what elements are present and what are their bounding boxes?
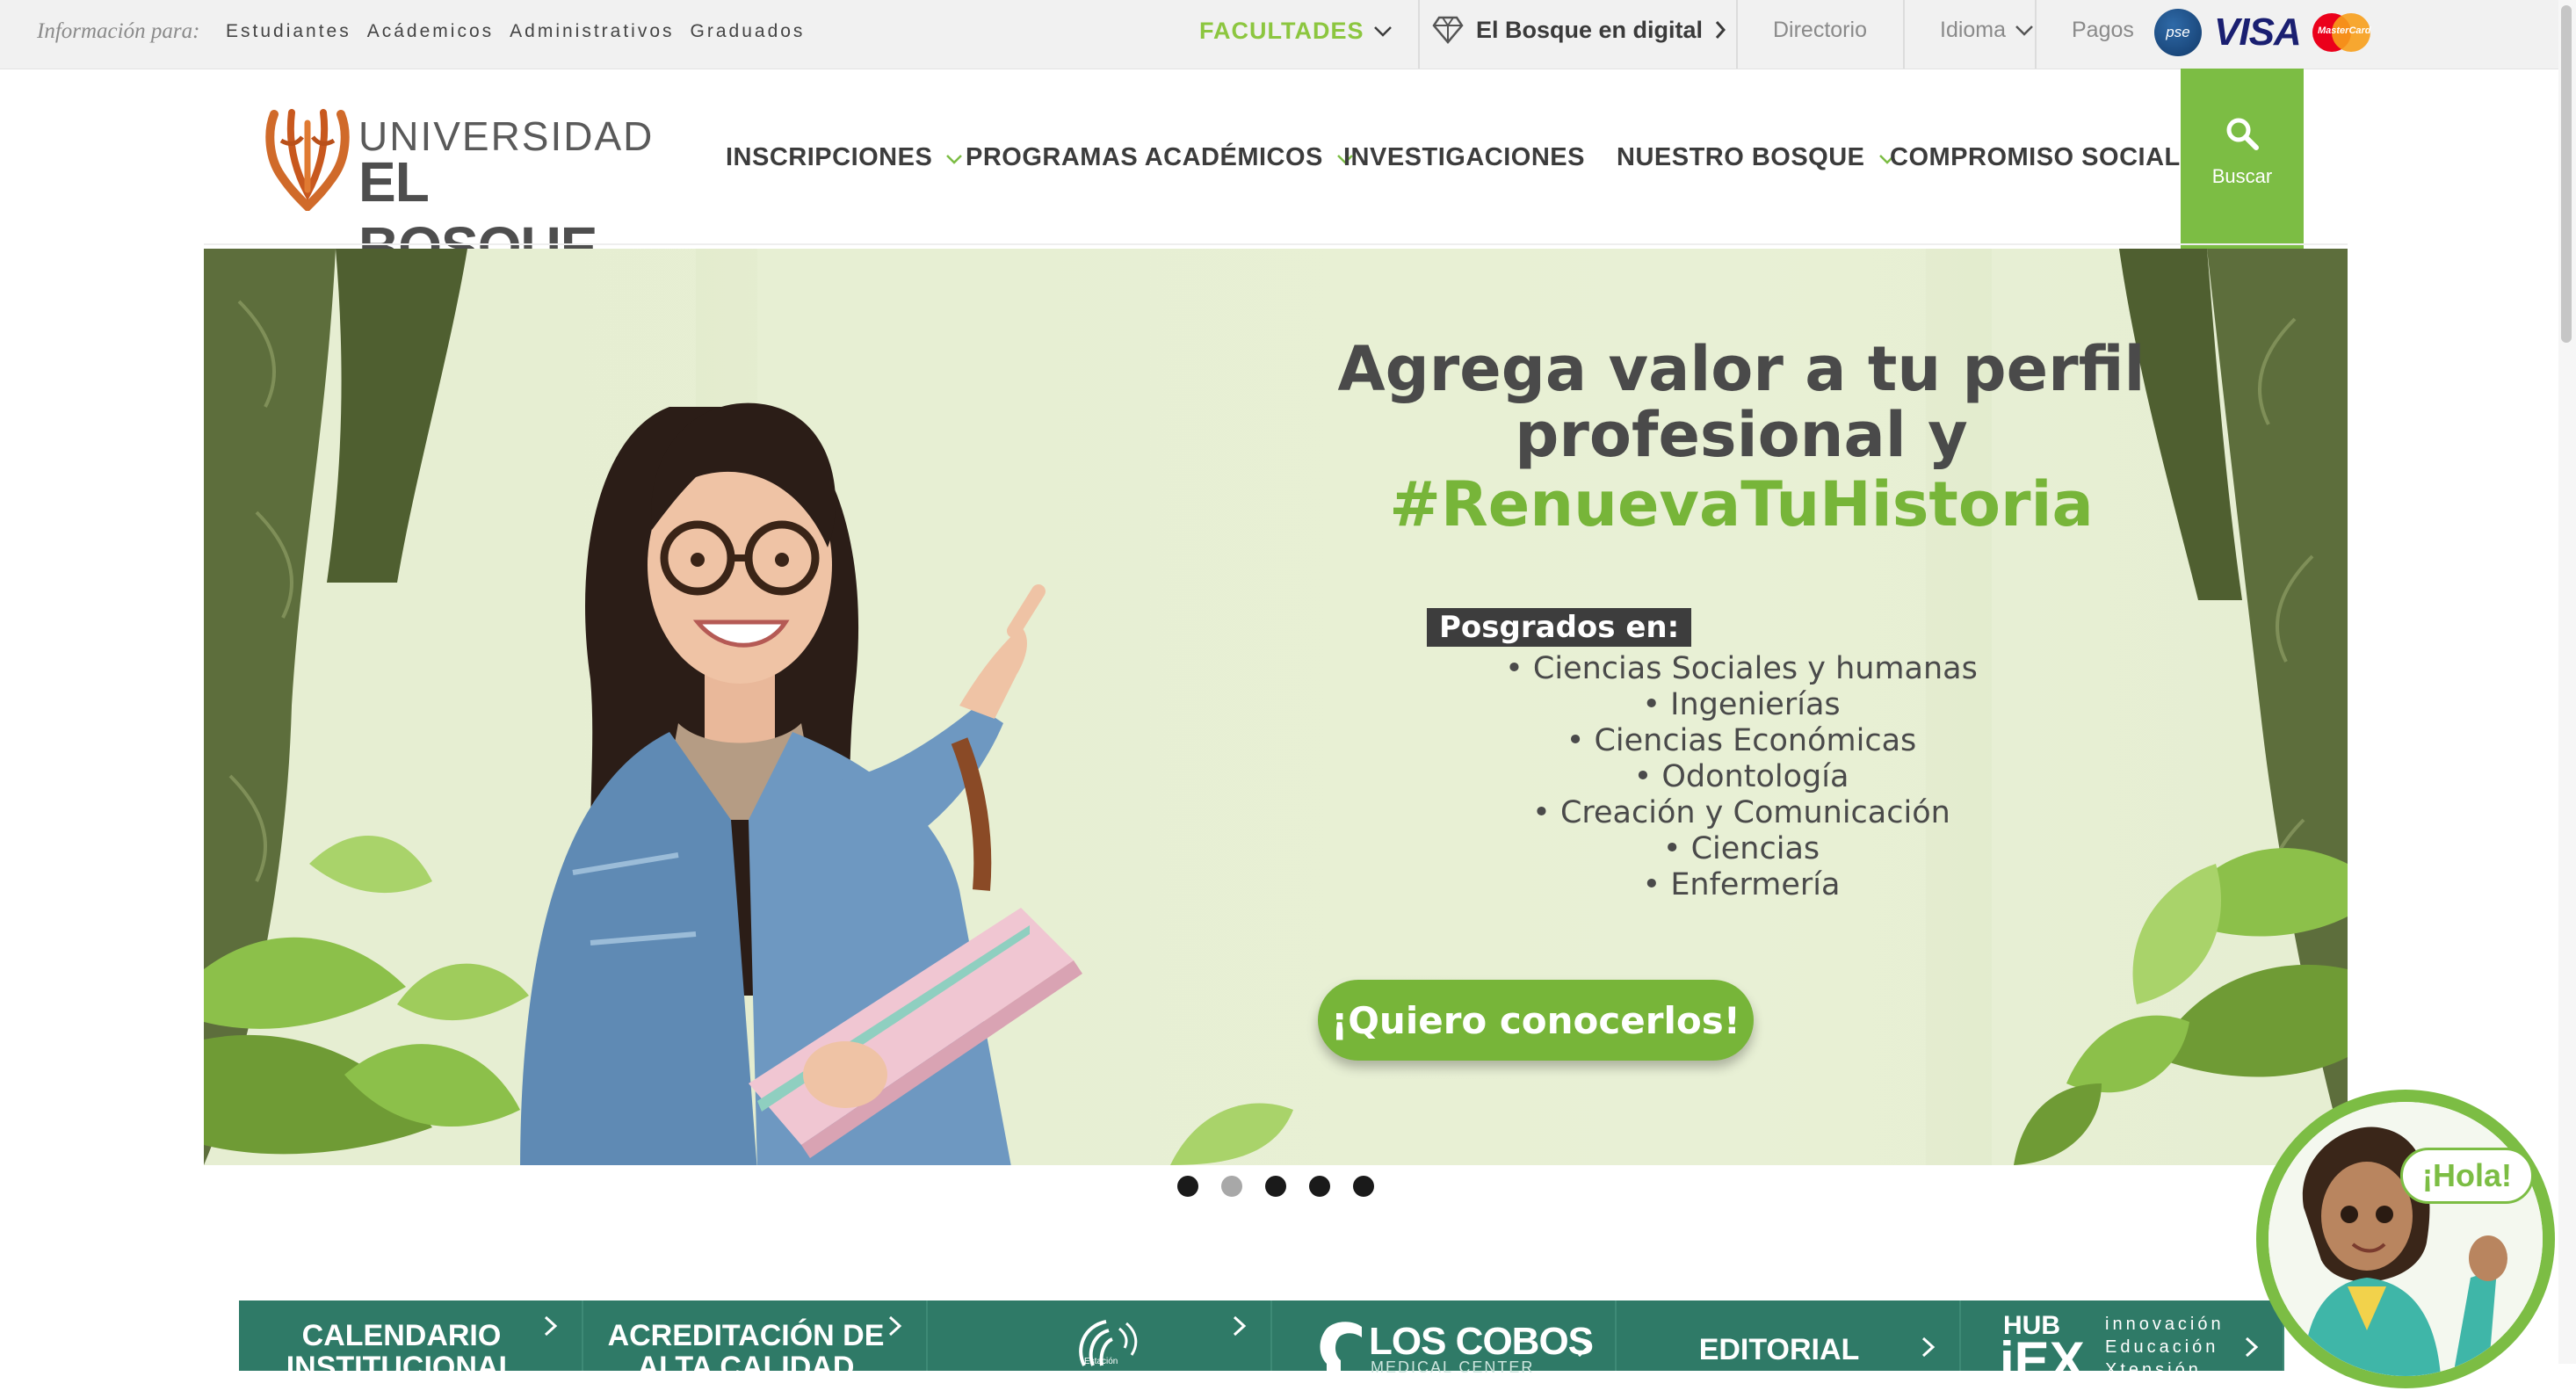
chevron-down-icon — [1373, 25, 1392, 37]
los-cobos-sublabel: MEDICAL CENTER — [1371, 1358, 1535, 1376]
chevron-right-icon — [1921, 1337, 1936, 1358]
mastercard-payment-icon[interactable]: MasterCard — [2312, 13, 2371, 52]
audience-link-academicos[interactable]: Acádemicos — [367, 21, 494, 42]
pagos-link[interactable]: Pagos — [2072, 18, 2134, 43]
chevron-right-icon — [1577, 1337, 1591, 1358]
nav-item-nuestro-bosque[interactable]: NUESTRO BOSQUE — [1617, 143, 1897, 172]
facultades-label: FACULTADES — [1199, 18, 1364, 44]
quick-link-calendario[interactable]: CALENDARIO INSTITUCIONAL — [239, 1300, 583, 1383]
digital-link[interactable]: El Bosque en digital — [1432, 16, 1726, 44]
header-divider — [204, 243, 2348, 245]
chevron-right-icon — [1715, 21, 1726, 39]
los-cobos-label: LOS COBOS — [1369, 1320, 1594, 1363]
chat-greeting-bubble[interactable]: ¡Hola! — [2400, 1148, 2534, 1204]
quick-link-label: CALENDARIO INSTITUCIONAL — [286, 1319, 517, 1384]
idioma-dropdown[interactable]: Idioma — [1940, 18, 2034, 43]
pse-payment-icon[interactable]: pse — [2154, 9, 2202, 56]
carousel-dot[interactable] — [1309, 1176, 1330, 1197]
scrollbar-thumb[interactable] — [2561, 5, 2572, 343]
carousel-dots — [1177, 1176, 1374, 1197]
assistant-avatar — [2268, 1102, 2543, 1376]
directorio-link[interactable]: Directorio — [1773, 18, 1867, 43]
nav-item-inscripciones[interactable]: INSCRIPCIONES — [726, 143, 964, 172]
quick-link-label: ACREDITACIÓN DE ALTA CALIDAD — [607, 1319, 885, 1384]
nav-label: INSCRIPCIONES — [726, 143, 933, 171]
nav-item-compromiso-social[interactable]: COMPROMISO SOCIAL — [1890, 143, 2181, 172]
audience-link-estudiantes[interactable]: Estudiantes — [226, 21, 351, 42]
hero-headline-line-1: Agrega valor a tu perfil — [1337, 333, 2145, 405]
chat-assistant-button[interactable] — [2256, 1090, 2555, 1388]
chevron-down-icon — [2015, 25, 2033, 36]
chevron-right-icon — [888, 1315, 902, 1337]
divider — [1418, 0, 1420, 69]
chevron-right-icon — [2245, 1337, 2259, 1358]
avatar-illustration — [2268, 1102, 2543, 1376]
audience-link-graduados[interactable]: Graduados — [691, 21, 806, 42]
diamond-icon — [1432, 16, 1464, 44]
iex-label: iEX — [2000, 1331, 2085, 1390]
program-list: • Ciencias Sociales y humanas • Ingenier… — [1109, 651, 2348, 903]
program-item: • Creación y Comunicación — [1532, 795, 1950, 830]
quick-link-hub-iex[interactable]: HUB iEX innovación Educación Xtensión — [1961, 1300, 2284, 1390]
hero-banner[interactable]: Agrega valor a tu perfil profesional y #… — [204, 249, 2348, 1165]
quick-links-bar: CALENDARIO INSTITUCIONAL ACREDITACIÓN DE… — [239, 1300, 2286, 1390]
search-icon — [2226, 118, 2259, 150]
divider — [1903, 0, 1905, 69]
quick-link-label: EDITORIAL — [1698, 1333, 1860, 1366]
top-utility-bar: Información para: Estudiantes Acádemicos… — [0, 0, 2576, 69]
carousel-dot[interactable] — [1221, 1176, 1242, 1197]
search-label: Buscar — [2211, 165, 2273, 187]
nav-item-programas[interactable]: PROGRAMAS ACADÉMICOS — [966, 143, 1355, 172]
chevron-right-icon — [544, 1315, 558, 1337]
chevron-right-icon — [1233, 1315, 1247, 1337]
quick-link-acreditacion[interactable]: ACREDITACIÓN DE ALTA CALIDAD — [583, 1300, 928, 1383]
divider — [1736, 0, 1738, 69]
mastercard-label: MasterCard — [2318, 25, 2371, 36]
quick-link-estacion[interactable]: Estación — [928, 1300, 1272, 1371]
nav-item-investigaciones[interactable]: INVESTIGACIONES — [1343, 143, 1585, 172]
search-button[interactable]: Buscar — [2181, 69, 2304, 279]
los-cobos-logo-icon — [1320, 1322, 1362, 1371]
nav-label: PROGRAMAS ACADÉMICOS — [966, 143, 1323, 171]
program-item: • Ingenierías — [1642, 687, 1841, 722]
facultades-dropdown[interactable]: FACULTADES — [1199, 18, 1393, 45]
carousel-dot[interactable] — [1353, 1176, 1374, 1197]
nav-label: NUESTRO BOSQUE — [1617, 143, 1865, 171]
program-item: • Ciencias Económicas — [1566, 723, 1917, 758]
hero-headline-line-2: profesional y — [1515, 399, 1968, 471]
info-for-label: Información para: — [37, 19, 200, 43]
hero-hashtag: #RenuevaTuHistoria — [1389, 468, 2094, 540]
program-item: • Ciencias — [1662, 831, 1820, 866]
hub-tagline: innovación Educación Xtensión — [2105, 1315, 2225, 1380]
idioma-label: Idioma — [1940, 18, 2007, 42]
program-item: • Odontología — [1633, 759, 1849, 794]
audience-link-administrativos[interactable]: Administrativos — [510, 21, 674, 42]
nav-label: INVESTIGACIONES — [1343, 143, 1585, 171]
visa-payment-icon[interactable]: VISA — [2214, 11, 2302, 54]
chevron-down-icon — [946, 154, 963, 164]
program-item: • Enfermería — [1642, 867, 1841, 902]
audience-links: Estudiantes Acádemicos Administrativos G… — [226, 21, 805, 42]
posgrados-label: Posgrados en: — [1427, 608, 1692, 647]
nav-label: COMPROMISO SOCIAL — [1890, 143, 2181, 171]
carousel-dot[interactable] — [1265, 1176, 1286, 1197]
quick-link-editorial[interactable]: EDITORIAL — [1617, 1300, 1961, 1371]
cta-button[interactable]: ¡Quiero conocerlos! — [1318, 980, 1754, 1061]
hero-headline: Agrega valor a tu perfil profesional y — [1109, 337, 2348, 468]
program-item: • Ciencias Sociales y humanas — [1505, 651, 1978, 686]
estacion-label: Estación — [1084, 1357, 1118, 1366]
quick-link-los-cobos[interactable]: LOS COBOS MEDICAL CENTER — [1272, 1300, 1617, 1376]
divider — [2035, 0, 2037, 69]
pse-label: pse — [2166, 24, 2190, 40]
carousel-dot[interactable] — [1177, 1176, 1198, 1197]
digital-label: El Bosque en digital — [1476, 16, 1704, 43]
